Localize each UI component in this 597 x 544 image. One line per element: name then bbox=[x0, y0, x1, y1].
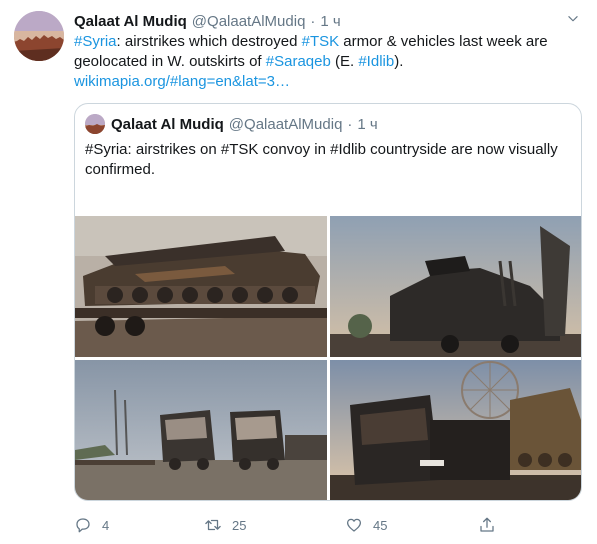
share-icon bbox=[480, 517, 494, 532]
photo-burned-trucks[interactable] bbox=[75, 360, 327, 500]
author-avatar[interactable] bbox=[14, 11, 64, 61]
photo-burned-truck-ferris-wheel[interactable] bbox=[330, 360, 581, 500]
quoted-author-name: Qalaat Al Mudiq bbox=[111, 115, 224, 133]
like-count: 45 bbox=[373, 517, 388, 533]
photo-burned-vehicle-sunset[interactable] bbox=[330, 216, 581, 357]
hashtag-syria[interactable]: #Syria bbox=[74, 33, 117, 50]
share-button[interactable] bbox=[478, 515, 496, 535]
retweet-icon bbox=[205, 519, 221, 531]
author-handle[interactable]: @QalaatAlMudiq bbox=[192, 13, 306, 30]
reply-icon bbox=[76, 518, 90, 533]
quoted-tweet-time: 1 ч bbox=[357, 115, 378, 133]
like-button[interactable]: 45 bbox=[345, 515, 387, 535]
separator-dot: · bbox=[347, 115, 353, 133]
tweet-actions: 4 25 45 bbox=[74, 515, 514, 535]
separator-dot: · bbox=[310, 12, 316, 30]
photo-destroyed-tank-on-trailer[interactable] bbox=[75, 216, 327, 357]
tweet-text-part: ). bbox=[394, 53, 404, 70]
quoted-author-avatar[interactable] bbox=[85, 114, 105, 134]
hashtag-saraqeb[interactable]: #Saraqeb bbox=[266, 53, 331, 70]
tweet-text-part: : airstrikes which destroyed bbox=[116, 33, 302, 50]
quoted-tweet-header: Qalaat Al Mudiq @QalaatAlMudiq · 1 ч bbox=[111, 114, 378, 134]
more-options-button[interactable] bbox=[563, 9, 583, 29]
retweet-button[interactable]: 25 bbox=[204, 515, 246, 535]
author-name[interactable]: Qalaat Al Mudiq bbox=[74, 13, 187, 30]
reply-button[interactable]: 4 bbox=[74, 515, 109, 535]
chevron-down-icon bbox=[568, 16, 578, 22]
tweet[interactable]: Qalaat Al Mudiq @QalaatAlMudiq · 1 ч #Sy… bbox=[0, 0, 597, 544]
tweet-text-part: (E. bbox=[330, 53, 359, 70]
quoted-tweet-text: #Syria: airstrikes on #TSK convoy in #Id… bbox=[85, 141, 558, 178]
reply-count: 4 bbox=[102, 517, 110, 533]
quoted-tweet-card[interactable]: Qalaat Al Mudiq @QalaatAlMudiq · 1 ч #Sy… bbox=[74, 103, 582, 501]
tweet-header: Qalaat Al Mudiq @QalaatAlMudiq · 1 ч bbox=[74, 11, 341, 31]
hashtag-idlib[interactable]: #Idlib bbox=[358, 53, 394, 70]
quoted-tweet-media-grid bbox=[75, 216, 581, 500]
heart-icon bbox=[346, 518, 362, 532]
tweet-text: #Syria: airstrikes which destroyed #TSK … bbox=[74, 32, 574, 92]
tweet-time[interactable]: 1 ч bbox=[320, 13, 340, 30]
hashtag-tsk[interactable]: #TSK bbox=[302, 33, 340, 50]
tweet-url-link[interactable]: wikimapia.org/#lang=en&lat=3… bbox=[74, 73, 290, 90]
retweet-count: 25 bbox=[232, 517, 247, 533]
quoted-author-handle: @QalaatAlMudiq bbox=[228, 115, 343, 133]
